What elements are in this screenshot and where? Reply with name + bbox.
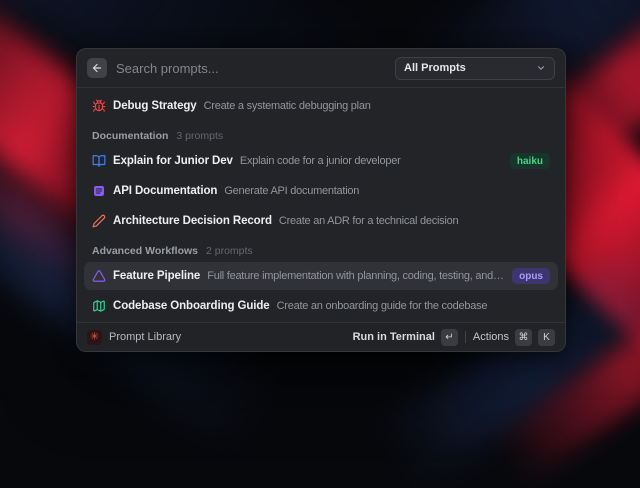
arrow-left-icon [91, 62, 103, 74]
section-header: Documentation 3 prompts [84, 127, 558, 145]
section-label: Advanced Workflows [92, 245, 198, 257]
section-header: Advanced Workflows 2 prompts [84, 242, 558, 260]
search-input[interactable] [116, 61, 386, 76]
prompt-subtitle: Full feature implementation with plannin… [207, 270, 505, 282]
k-key-icon: K [538, 329, 555, 346]
actions-label: Actions [473, 331, 509, 343]
list-item-selected[interactable]: Feature Pipeline Full feature implementa… [84, 262, 558, 290]
prompt-subtitle: Generate API documentation [224, 185, 550, 197]
search-header: All Prompts [77, 49, 565, 88]
bug-icon [92, 99, 106, 113]
prompt-title: API Documentation [113, 185, 217, 197]
return-key-icon: ↵ [441, 329, 458, 346]
list-item[interactable]: Codebase Onboarding Guide Create an onbo… [84, 292, 558, 320]
prompt-title: Explain for Junior Dev [113, 155, 233, 167]
filter-dropdown[interactable]: All Prompts [395, 57, 555, 80]
list-item[interactable]: API Documentation Generate API documenta… [84, 177, 558, 205]
command-key-icon: ⌘ [515, 329, 532, 346]
section-count: 3 prompts [176, 130, 223, 142]
list-item[interactable]: Debug Strategy Create a systematic debug… [84, 92, 558, 120]
run-in-terminal-button[interactable]: Run in Terminal ↵ [353, 329, 458, 346]
footer-bar: ✳ Prompt Library Run in Terminal ↵ Actio… [77, 322, 565, 351]
prompt-title: Debug Strategy [113, 100, 197, 112]
prompt-subtitle: Explain code for a junior developer [240, 155, 503, 167]
prompt-title: Architecture Decision Record [113, 215, 272, 227]
footer-divider [465, 331, 466, 343]
prompt-list: Debug Strategy Create a systematic debug… [77, 88, 565, 322]
pencil-icon [92, 214, 106, 228]
section-count: 2 prompts [206, 245, 253, 257]
book-open-icon [92, 154, 106, 168]
prompt-library-modal: All Prompts Debug Strategy Create a syst… [76, 48, 566, 352]
back-button[interactable] [87, 58, 107, 78]
list-item[interactable]: Architecture Decision Record Create an A… [84, 207, 558, 235]
actions-button[interactable]: Actions ⌘ K [473, 329, 555, 346]
prompt-subtitle: Create an ADR for a technical decision [279, 215, 550, 227]
model-badge: haiku [510, 153, 550, 169]
map-icon [92, 299, 106, 313]
chevron-down-icon [536, 63, 546, 73]
run-in-terminal-label: Run in Terminal [353, 331, 435, 343]
list-item[interactable]: Explain for Junior Dev Explain code for … [84, 147, 558, 175]
prompt-subtitle: Create a systematic debugging plan [204, 100, 550, 112]
claude-logo-icon: ✳ [87, 330, 102, 345]
app-label: Prompt Library [109, 331, 181, 343]
triangle-icon [92, 269, 106, 283]
prompt-title: Codebase Onboarding Guide [113, 300, 270, 312]
filter-label: All Prompts [404, 62, 466, 74]
document-lines-icon [92, 184, 106, 198]
prompt-title: Feature Pipeline [113, 270, 200, 282]
model-badge: opus [512, 268, 550, 284]
section-label: Documentation [92, 130, 168, 142]
prompt-subtitle: Create an onboarding guide for the codeb… [277, 300, 550, 312]
